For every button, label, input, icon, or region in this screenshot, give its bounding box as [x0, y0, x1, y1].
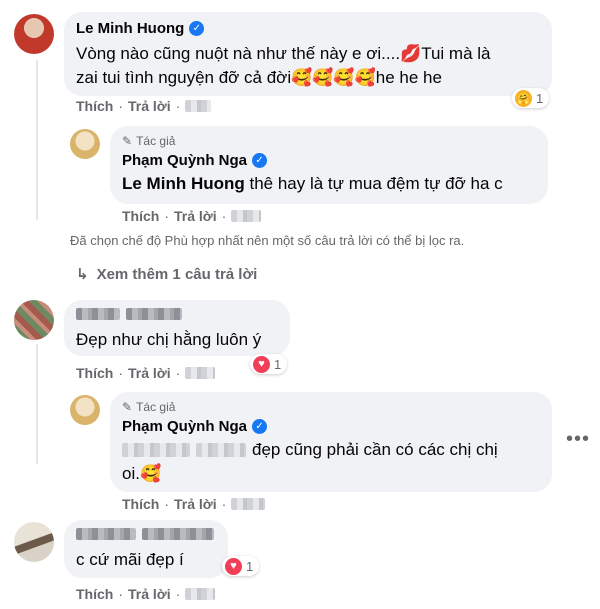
separator: · — [164, 208, 170, 224]
reply-text: đẹp cũng phải cần có các chị chị — [122, 438, 540, 462]
author-badge: ✎ Tác giả — [122, 400, 176, 414]
timestamp-blurred — [231, 210, 262, 222]
reply-button[interactable]: Trả lời — [128, 365, 171, 381]
avatar[interactable] — [14, 522, 54, 562]
avatar[interactable] — [14, 14, 54, 54]
love-reaction-icon: ♥ — [225, 557, 242, 575]
timestamp-blurred — [231, 498, 266, 510]
mention-link[interactable]: Le Minh Huong — [122, 174, 245, 193]
care-reaction-icon: 🤗 — [515, 89, 532, 107]
reaction-count[interactable]: ♥ 1 — [222, 556, 260, 576]
like-button[interactable]: Thích — [76, 98, 113, 114]
mention-blurred[interactable] — [196, 443, 246, 457]
verified-icon: ✓ — [189, 21, 205, 36]
comment-author-blurred[interactable] — [76, 528, 216, 540]
verified-icon: ✓ — [252, 419, 268, 434]
comment-bubble: Đẹp như chị hằng luôn ý — [64, 300, 290, 356]
separator: · — [175, 98, 181, 114]
author-badge: ✎ Tác giả — [122, 134, 176, 148]
timestamp-blurred — [185, 588, 216, 600]
reaction-count[interactable]: ♥ 1 — [250, 354, 288, 374]
comment-bubble: Le Minh Huong ✓ Vòng nào cũng nuột nà nh… — [64, 12, 552, 96]
name-blurred — [76, 308, 120, 320]
reply-button[interactable]: Trả lời — [174, 496, 217, 512]
thread-line — [36, 60, 38, 220]
avatar[interactable] — [70, 395, 100, 425]
comment-author[interactable]: Le Minh Huong ✓ — [76, 20, 205, 37]
avatar[interactable] — [14, 300, 54, 340]
separator: · — [118, 365, 124, 381]
name-blurred — [76, 528, 136, 540]
comment-actions: Thích · Trả lời · — [76, 365, 216, 381]
comment-text: zai tui tình nguyện đỡ cả đời🥰🥰🥰🥰he he h… — [76, 68, 442, 87]
thread-line — [36, 344, 38, 464]
reply-button[interactable]: Trả lời — [128, 586, 171, 602]
comment-text: c cứ mãi đẹp í — [76, 550, 184, 569]
reply-text: Le Minh Huong thê hay là tự mua đệm tự đ… — [122, 174, 503, 193]
separator: · — [164, 496, 170, 512]
comment-author-blurred[interactable] — [76, 308, 278, 320]
comment-actions: Thích · Trả lời · — [76, 586, 216, 602]
love-reaction-icon: ♥ — [253, 355, 270, 373]
reply-bubble: ✎ Tác giả Phạm Quỳnh Nga ✓ đẹp cũng phải… — [110, 392, 552, 492]
like-button[interactable]: Thích — [76, 365, 113, 381]
comment-text: Đẹp như chị hằng luôn ý — [76, 330, 262, 349]
filter-note: Đã chọn chế độ Phù hợp nhất nên một số c… — [70, 233, 465, 248]
comment-bubble: c cứ mãi đẹp í — [64, 520, 228, 578]
separator: · — [221, 208, 227, 224]
timestamp-blurred — [185, 367, 216, 379]
reaction-count[interactable]: 🤗 1 — [512, 88, 550, 108]
reply-arrow-icon: ↳ — [76, 266, 89, 283]
pencil-icon: ✎ — [122, 134, 133, 148]
like-button[interactable]: Thích — [76, 586, 113, 602]
comment-text: Vòng nào cũng nuột nà như thế này e ơi..… — [76, 44, 491, 63]
reply-actions: Thích · Trả lời · — [122, 208, 262, 224]
separator: · — [118, 98, 124, 114]
reply-author[interactable]: Phạm Quỳnh Nga ✓ — [122, 418, 268, 435]
avatar[interactable] — [70, 129, 100, 159]
reply-bubble: ✎ Tác giả Phạm Quỳnh Nga ✓ Le Minh Huong… — [110, 126, 548, 204]
reply-text: oi.🥰 — [122, 464, 162, 483]
pencil-icon: ✎ — [122, 400, 133, 414]
like-button[interactable]: Thích — [122, 208, 159, 224]
comment-actions: Thích · Trả lời · — [76, 98, 212, 114]
separator: · — [118, 586, 124, 602]
mention-blurred[interactable] — [122, 443, 190, 457]
reply-button[interactable]: Trả lời — [174, 208, 217, 224]
name-blurred — [142, 528, 214, 540]
reply-button[interactable]: Trả lời — [128, 98, 171, 114]
separator: · — [221, 496, 227, 512]
reply-author[interactable]: Phạm Quỳnh Nga ✓ — [122, 152, 268, 169]
reply-actions: Thích · Trả lời · — [122, 496, 266, 512]
name-blurred — [126, 308, 182, 320]
verified-icon: ✓ — [252, 153, 268, 168]
timestamp-blurred — [185, 100, 212, 112]
more-options-icon[interactable]: ••• — [566, 428, 590, 451]
like-button[interactable]: Thích — [122, 496, 159, 512]
separator: · — [175, 586, 181, 602]
see-more-replies[interactable]: ↳ Xem thêm 1 câu trả lời — [76, 265, 257, 284]
separator: · — [175, 365, 181, 381]
